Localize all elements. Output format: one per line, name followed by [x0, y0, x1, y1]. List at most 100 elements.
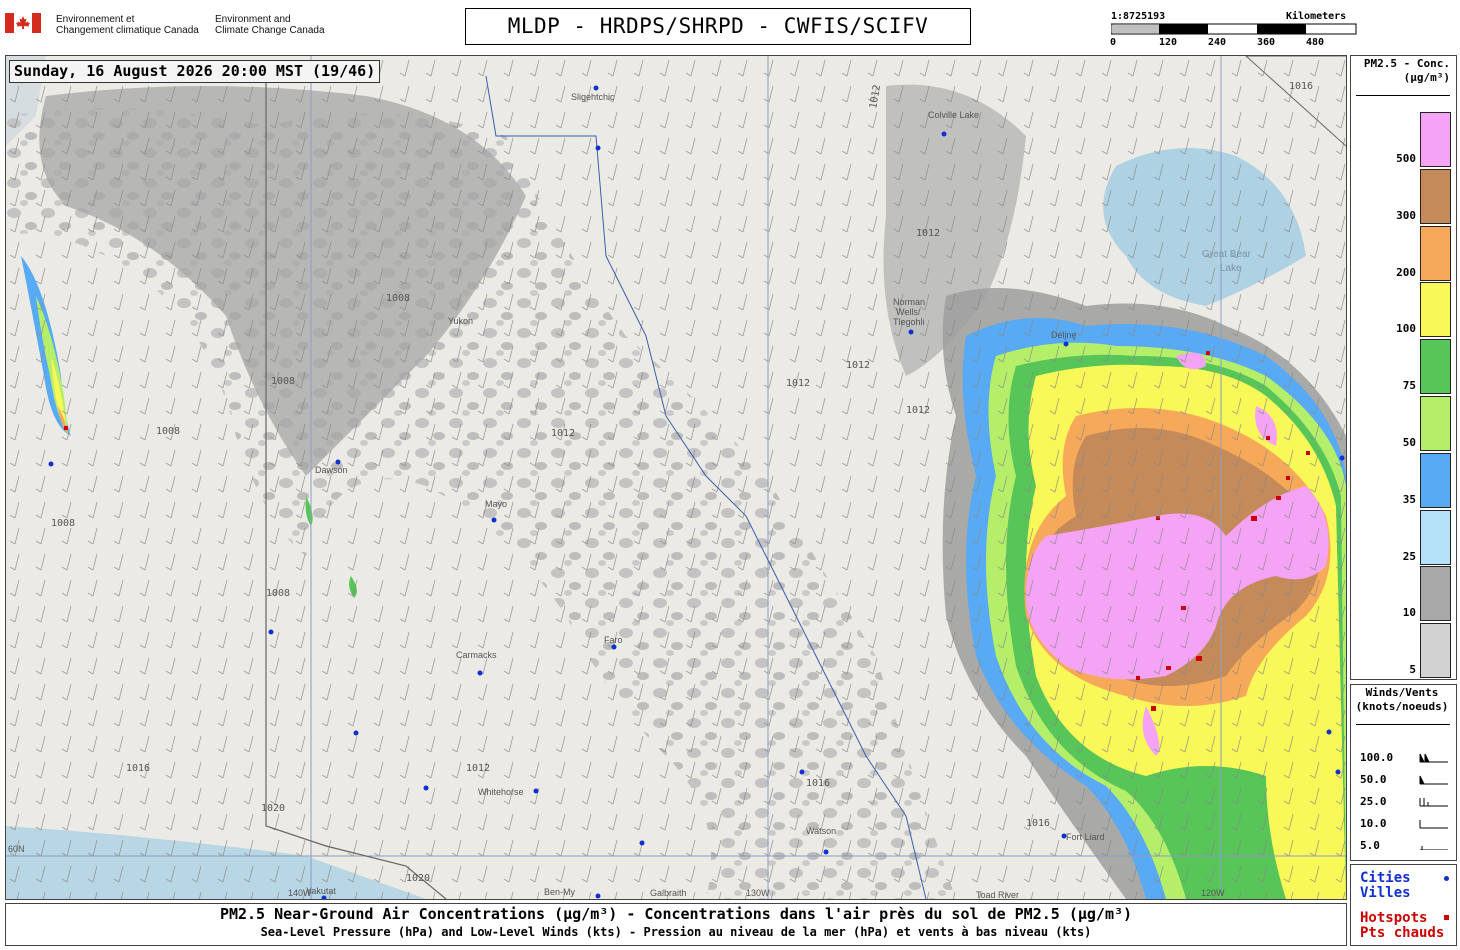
map-panel[interactable]: 1016 1012 1012 1012 1012 1012 1012 1008 … [5, 55, 1347, 900]
agency-fr-line2: Changement climatique Canada [56, 25, 199, 36]
lon-120w-label: 120W [1201, 888, 1225, 898]
place-deline: Délįnę [1051, 330, 1077, 340]
wind-value-100: 100.0 [1360, 751, 1394, 764]
wind-barb-10-icon [1419, 820, 1448, 829]
agency-name-fr: Environnement et Changement climatique C… [56, 14, 199, 36]
legend-label-5: 5 [1409, 663, 1416, 677]
legend-title-line2: (µg/m³) [1403, 71, 1450, 84]
lon-130w-label: 130W [746, 888, 770, 898]
place-mayo: Mayo [485, 499, 507, 509]
wind-barb-100-icon [1419, 753, 1448, 763]
place-yakutat: Yakutat [306, 886, 336, 896]
city-dot [335, 459, 341, 465]
place-dawson: Dawson [315, 465, 348, 475]
city-dot [268, 629, 274, 635]
city-dot [799, 769, 805, 775]
city-dot [941, 131, 947, 137]
legend-label-25: 25 [1402, 549, 1416, 563]
isobar-1008-c: 1008 [271, 376, 295, 387]
legend-swatch-200 [1420, 225, 1451, 281]
place-whitehorse: Whitehorse [478, 787, 524, 797]
scale-tick-120: 120 [1159, 37, 1178, 48]
isobar-1016-ne: 1016 [1289, 81, 1313, 92]
place-fort-liard: Fort Liard [1066, 832, 1105, 842]
legend-label-50: 50 [1402, 436, 1416, 449]
agency-name-en: Environment and Climate Change Canada [215, 14, 325, 36]
legend-title-line1: PM2.5 - Conc. [1363, 57, 1450, 70]
isobar-1012-c: 1012 [786, 378, 810, 389]
place-toad-river: Toad River [976, 890, 1019, 899]
isobar-1008-n: 1008 [386, 293, 410, 304]
model-title: MLDP - HRDPS/SHRPD - CWFIS/SCIFV [465, 8, 971, 45]
agency-fr-line1: Environnement et [56, 14, 135, 25]
legend-divider [1356, 95, 1450, 96]
key-hotspots-en: Hotspots [1360, 910, 1428, 926]
city-dot [533, 788, 539, 794]
city-dot [353, 730, 359, 736]
scale-ratio: 1:8725193 [1111, 11, 1166, 22]
isobar-1020-s: 1020 [406, 873, 430, 884]
place-ben-my: Ben-My [544, 887, 576, 897]
legend-label-75: 75 [1402, 379, 1416, 393]
caption-line2: Sea-Level Pressure (hPa) and Low-Level W… [260, 925, 1092, 939]
place-galbraith: Galbraith [650, 888, 687, 898]
place-norman: Norman [893, 297, 925, 307]
wind-title-line1: Winds/Vents [1365, 686, 1439, 699]
place-sligehtchic: Sligehtchic [571, 92, 615, 102]
legend-label-100: 100 [1396, 322, 1416, 336]
city-dot [423, 785, 429, 791]
place-yukon: Yukon [448, 316, 473, 326]
wind-barb-samples [1419, 753, 1448, 850]
place-watson: Watson [806, 826, 836, 836]
legend-swatch-75 [1420, 339, 1451, 395]
city-dot [611, 644, 617, 650]
isobar-1008-sw: 1008 [51, 518, 75, 529]
place-lake: Lake [1220, 263, 1242, 274]
legend-swatch-5 [1420, 623, 1451, 679]
city-dot [823, 849, 829, 855]
legend-swatch-35 [1420, 452, 1451, 508]
scale-bar [1111, 23, 1357, 35]
wind-value-50: 50.0 [1360, 773, 1387, 786]
legend-label-10: 10 [1402, 606, 1416, 620]
legend-label-200: 200 [1396, 265, 1416, 279]
isobar-1008-w: 1008 [156, 426, 180, 437]
scale-tick-360: 360 [1257, 37, 1276, 48]
wind-barb-50-icon [1419, 775, 1448, 785]
caption-line1: PM2.5 Near-Ground Air Concentrations (µg… [219, 905, 1133, 923]
map-caption: PM2.5 Near-Ground Air Concentrations (µg… [5, 903, 1347, 946]
isobar-1020-sw: 1020 [261, 803, 285, 814]
map-canvas[interactable]: 1016 1012 1012 1012 1012 1012 1012 1008 … [6, 56, 1346, 899]
legend-swatch-25 [1420, 509, 1451, 565]
legend-swatch-500 [1420, 112, 1451, 167]
city-dot [1335, 769, 1341, 775]
city-dot [1063, 341, 1069, 347]
scale-tick-480: 480 [1306, 37, 1325, 48]
place-tlegohli: Tlegohli [893, 317, 925, 327]
city-dot [1339, 455, 1345, 461]
wind-divider [1356, 724, 1450, 725]
scale-tick-0: 0 [1110, 37, 1117, 48]
wind-value-5: 5.0 [1360, 839, 1380, 852]
legend-label-300: 300 [1396, 208, 1416, 222]
legend-label-35: 35 [1402, 492, 1416, 506]
city-dot [477, 670, 483, 676]
isobar-1016-s: 1016 [806, 778, 830, 789]
wind-barbs [6, 56, 1346, 899]
isobar-1012-w: 1012 [551, 428, 575, 439]
key-cities-fr: Villes [1360, 885, 1411, 901]
isobar-1012-c2: 1012 [846, 360, 870, 371]
scale-tick-240: 240 [1208, 37, 1227, 48]
pm25-legend-title: PM2.5 - Conc. (µg/m³) [1356, 57, 1450, 85]
city-dot [639, 840, 645, 846]
place-colville-lake: Colville Lake [928, 110, 979, 120]
isobar-1008-s: 1008 [266, 588, 290, 599]
wind-value-10: 10.0 [1360, 817, 1387, 830]
isobar-1016-sw: 1016 [126, 763, 150, 774]
legend-swatch-300 [1420, 168, 1451, 224]
agency-en-line2: Climate Change Canada [215, 25, 325, 36]
place-carmacks: Carmacks [456, 650, 497, 660]
place-faro: Faro [604, 635, 623, 645]
wind-value-25: 25.0 [1360, 795, 1387, 808]
city-dot [595, 145, 601, 151]
